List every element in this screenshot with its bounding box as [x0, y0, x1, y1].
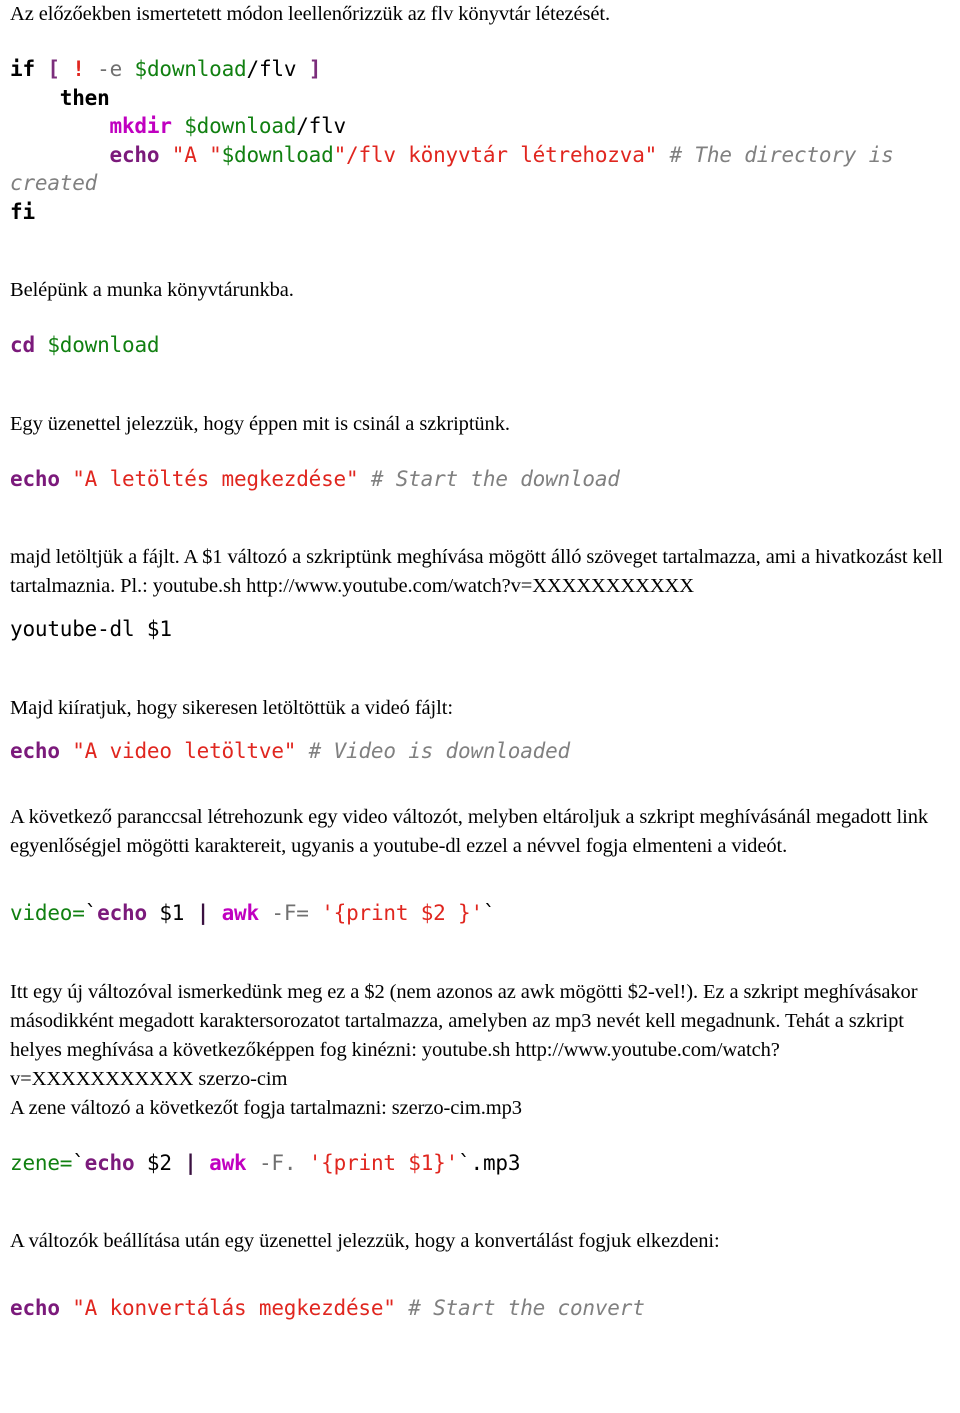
- paragraph-param-two: Itt egy új változóval ismerkedünk meg ez…: [10, 980, 918, 1090]
- token-cd: cd: [10, 333, 35, 357]
- paragraph-zene-variable: A zene változó a következőt fogja tartal…: [10, 1096, 522, 1119]
- token-echo: echo: [10, 1296, 60, 1320]
- token-comment-video-downloaded: # Video is downloaded: [308, 738, 571, 763]
- paragraph-video-downloaded: Majd kiíratjuk, hogy sikeresen letöltött…: [10, 696, 453, 719]
- token-arg-dollar-one: $1: [146, 901, 197, 925]
- token-echo: echo: [109, 142, 160, 167]
- token-echo: echo: [10, 466, 60, 491]
- token-cd-var: $download: [47, 333, 160, 357]
- token-string-b: "/flv könyvtár létrehozva": [333, 142, 658, 167]
- token-path-flv: /flv: [246, 57, 297, 81]
- token-pipe: |: [184, 1150, 197, 1175]
- token-fi: fi: [10, 199, 35, 224]
- paragraph-start-convert: A változók beállítása után egy üzenettel…: [10, 1230, 720, 1252]
- code-block-video-assign: video=`echo $1 | awk -F= '{print $2 }'`: [0, 899, 960, 928]
- token-arg-dollar-two: $2: [134, 1150, 185, 1175]
- paragraph-message: Egy üzenettel jelezzük, hogy éppen mit i…: [10, 412, 510, 435]
- token-negation: !: [72, 57, 85, 81]
- token-then: then: [59, 85, 110, 110]
- token-string: "A konvertálás megkezdése": [72, 1296, 396, 1320]
- code-block-cd: cd $download: [0, 331, 960, 360]
- paragraph-intro: Az előzőekben ismertetett módon leellenő…: [10, 3, 611, 25]
- paragraph-enter-workdir: Belépünk a munka könyvtárunkba.: [10, 279, 294, 301]
- token-flag-field-separator: -F=: [271, 901, 309, 925]
- token-awk-program: '{print $2 }': [321, 901, 483, 925]
- token-open-bracket: [: [47, 57, 60, 81]
- token-echo: echo: [84, 1150, 135, 1175]
- token-if: if: [10, 57, 35, 81]
- code-block-echo-start-download: echo "A letöltés megkezdése" # Start the…: [0, 465, 960, 494]
- token-pipe: |: [196, 901, 210, 925]
- paragraph-video-variable: A következő paranccsal létrehozunk egy v…: [10, 806, 929, 857]
- token-mkdir: mkdir: [109, 114, 172, 138]
- token-echo: echo: [97, 901, 147, 925]
- token-mp3-suffix: .mp3: [470, 1150, 521, 1175]
- token-echo: echo: [10, 738, 60, 763]
- token-comment-start-download: # Start the download: [370, 466, 620, 491]
- token-youtube-dl-command: youtube-dl $1: [10, 617, 172, 641]
- code-block-echo-start-convert: echo "A konvertálás megkezdése" # Start …: [0, 1294, 960, 1323]
- token-var-download: $download: [134, 57, 247, 81]
- token-close-bracket: ]: [308, 57, 322, 81]
- token-backtick-open: `: [72, 1150, 85, 1175]
- token-string-a: "A ": [171, 142, 222, 167]
- token-assign-zene: zene=: [10, 1150, 73, 1175]
- code-block-zene-assign: zene=`echo $2 | awk -F. '{print $1}'`.mp…: [0, 1149, 960, 1178]
- token-awk: awk: [221, 901, 260, 925]
- document-page: Az előzőekben ismertetett módon leellenő…: [0, 0, 960, 1413]
- token-awk: awk: [209, 1150, 247, 1175]
- token-flag-e: -e: [97, 57, 123, 81]
- token-awk-program: '{print $1}': [308, 1150, 459, 1175]
- token-flag-field-separator: -F.: [258, 1150, 297, 1175]
- token-comment-start-convert: # Start the convert: [408, 1296, 645, 1320]
- token-backtick-open: `: [84, 901, 98, 925]
- token-string: "A video letöltve": [72, 738, 297, 763]
- token-backtick-close: `: [458, 1150, 471, 1175]
- code-block-echo-video-downloaded: echo "A video letöltve" # Video is downl…: [0, 737, 960, 766]
- token-echo-var: $download: [221, 142, 334, 167]
- token-mkdir-path: /flv: [296, 114, 346, 138]
- paragraph-param-one: majd letöltjük a fájlt. A $1 változó a s…: [10, 546, 943, 597]
- token-backtick-close: `: [482, 901, 496, 925]
- code-block-youtube-dl: youtube-dl $1: [0, 615, 960, 644]
- token-mkdir-var: $download: [184, 114, 297, 138]
- code-block-if-flv: if [ ! -e $download/flv ] then mkdir $do…: [0, 55, 960, 226]
- token-assign-video: video=: [10, 901, 85, 925]
- token-string: "A letöltés megkezdése": [72, 466, 359, 491]
